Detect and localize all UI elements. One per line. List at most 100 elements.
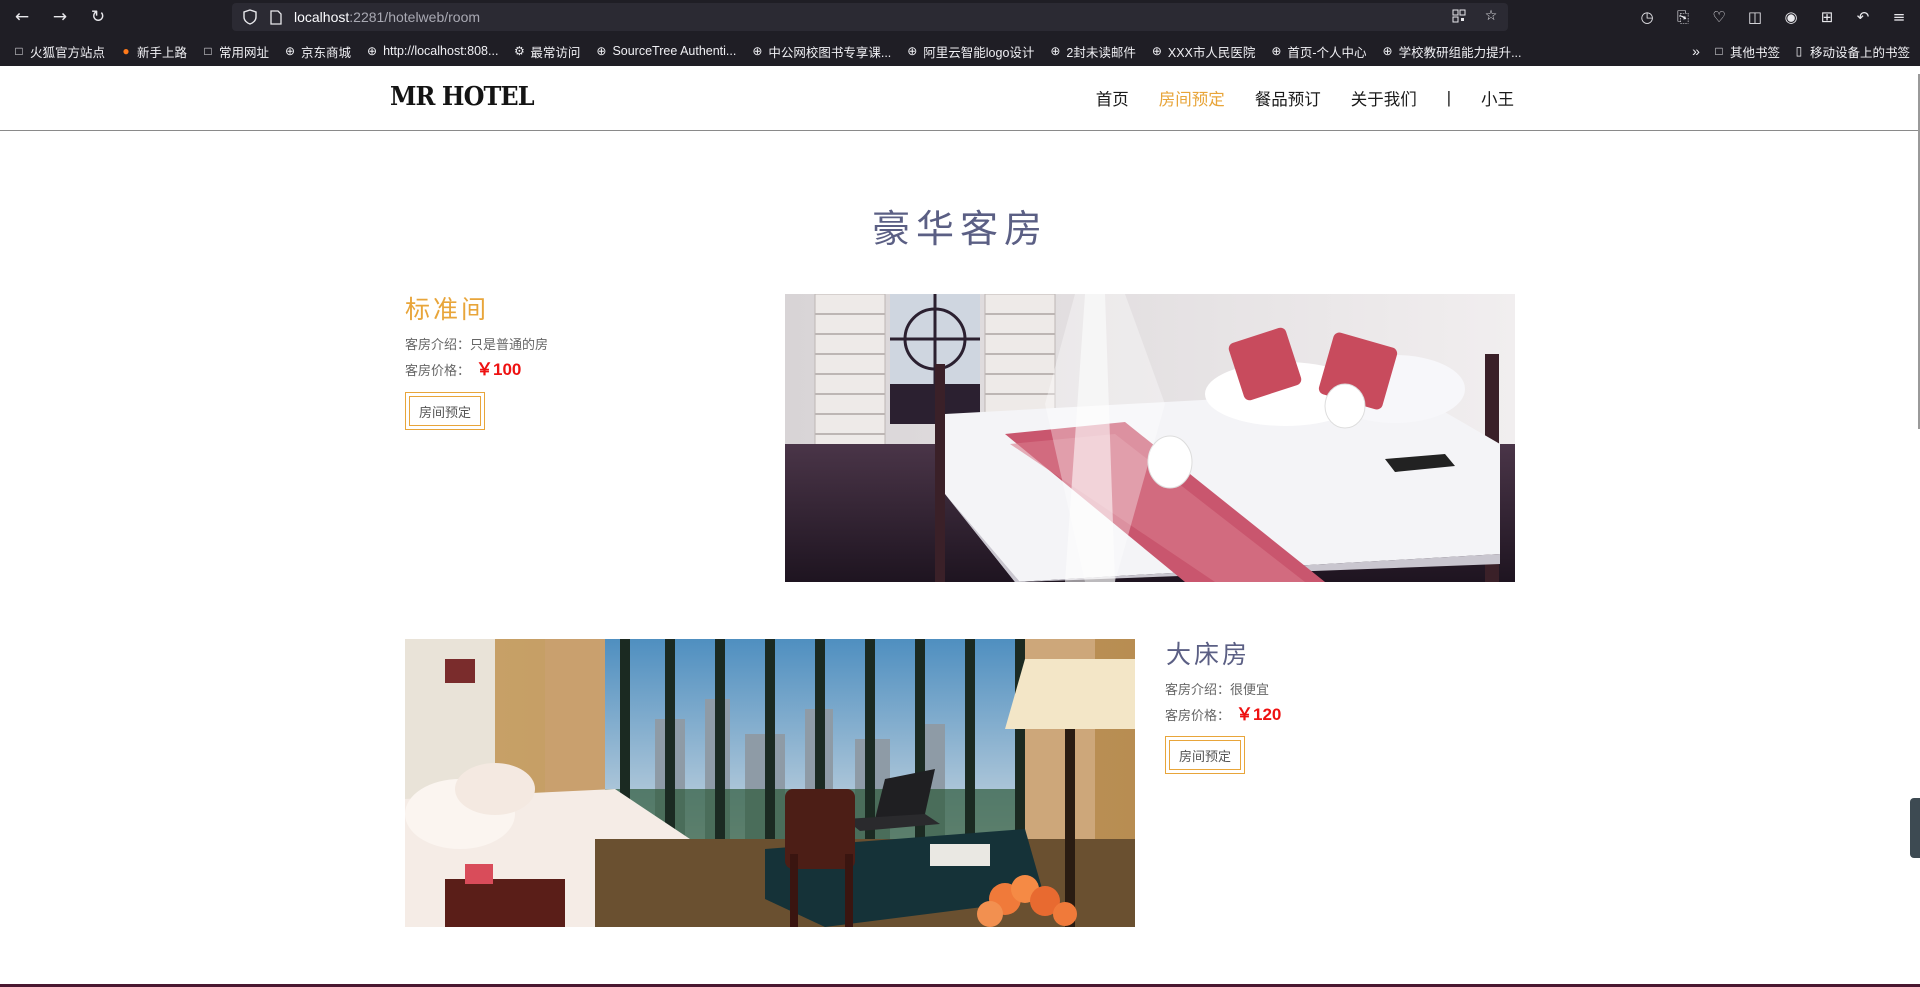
bookmark-label: 2封未读邮件 <box>1066 45 1136 60</box>
hotel-page: MR HOTEL 首页 房间预定 餐品预订 关于我们 | 小王 豪华客房 标准间… <box>0 66 1920 987</box>
nav-rooms[interactable]: 房间预定 <box>1159 86 1225 110</box>
intro-text: 很便宜 <box>1230 682 1270 697</box>
undo-icon[interactable]: ↶ <box>1852 6 1874 28</box>
nav-home[interactable]: 首页 <box>1096 86 1129 110</box>
forward-arrow-icon[interactable]: → <box>48 5 72 29</box>
bookmark-item[interactable]: ⊕ 阿里云智能logo设计 <box>905 42 1034 61</box>
room-price-standard: 客房价格： ￥100 <box>405 355 521 380</box>
bookmark-label: 移动设备上的书签 <box>1809 45 1910 60</box>
site-header: MR HOTEL 首页 房间预定 餐品预订 关于我们 | 小王 <box>0 66 1920 131</box>
globe-icon: ⊕ <box>367 44 378 58</box>
more-bookmarks-chevron-icon[interactable]: » <box>1692 43 1700 59</box>
globe-icon: ⊕ <box>1151 44 1162 58</box>
browser-toolbar: ◷ ⎘ ♡ ◫ ◉ ⊞ ↶ ≡ <box>1636 6 1910 28</box>
pocket-icon[interactable]: ♡ <box>1708 6 1730 28</box>
crop-icon[interactable]: ⊞ <box>1816 6 1838 28</box>
bookmark-label: 常用网址 <box>219 45 270 60</box>
side-tab-widget[interactable] <box>1910 798 1920 858</box>
bookmark-label: SourceTree Authenti... <box>612 44 737 58</box>
reload-icon[interactable]: ↻ <box>86 5 110 29</box>
bookmark-item[interactable]: ⊕ 京东商城 <box>283 42 351 61</box>
shield-icon[interactable] <box>242 9 258 25</box>
main-nav: 首页 房间预定 餐品预订 关于我们 | 小王 <box>1066 86 1514 110</box>
nav-food[interactable]: 餐品预订 <box>1255 86 1321 110</box>
profile-icon[interactable]: ◉ <box>1780 6 1802 28</box>
browser-nav-buttons: ← → ↻ <box>10 5 110 29</box>
sidebar-icon[interactable]: ◫ <box>1744 6 1766 28</box>
room-name-king: 大床房 <box>1166 640 1251 669</box>
bookmarks-bar: □ 火狐官方站点 ● 新手上路 □ 常用网址 ⊕ 京东商城 ⊕ http://localhost:… <box>0 38 1920 64</box>
url-text[interactable]: localhost:2281/hotelweb/room <box>294 9 480 25</box>
room-intro-standard: 客房介绍： 只是普通的房 <box>405 334 548 353</box>
bookmark-item[interactable]: ⊕ 中公网校图书专享课... <box>750 42 891 61</box>
globe-icon: ⊕ <box>596 44 607 58</box>
nav-separator: | <box>1446 88 1451 107</box>
gear-icon: ⚙ <box>514 44 525 58</box>
room-intro-king: 客房介绍： 很便宜 <box>1165 679 1269 698</box>
bookmark-label: 最常访问 <box>530 45 581 60</box>
mobile-icon: ▯ <box>1795 44 1803 58</box>
url-host: localhost <box>294 9 350 25</box>
address-bar[interactable]: localhost:2281/hotelweb/room ☆ <box>232 3 1508 31</box>
bookmark-item[interactable]: □ 常用网址 <box>201 42 269 61</box>
globe-icon: ⊕ <box>907 44 918 58</box>
history-icon[interactable]: ◷ <box>1636 6 1658 28</box>
nav-about[interactable]: 关于我们 <box>1351 86 1417 110</box>
section-title: 豪华客房 <box>871 207 1048 251</box>
folder-icon: □ <box>1715 44 1723 58</box>
bookmark-star-icon[interactable]: ☆ <box>1482 7 1500 25</box>
bookmark-label: 阿里云智能logo设计 <box>923 45 1035 60</box>
extensions-icon[interactable]: ⎘ <box>1672 6 1694 28</box>
price-label: 客房价格： <box>405 363 471 378</box>
bookmark-label: 首页-个人中心 <box>1287 45 1367 60</box>
book-room-button-king[interactable]: 房间预定 <box>1165 736 1245 774</box>
price-value: ￥120 <box>1236 705 1282 724</box>
globe-icon: ⊕ <box>285 44 296 58</box>
bookmark-item[interactable]: ⊕ 首页-个人中心 <box>1269 42 1366 61</box>
room-photo-standard <box>785 294 1515 582</box>
page-icon[interactable] <box>268 9 284 25</box>
book-button-label: 房间预定 <box>1169 740 1241 770</box>
menu-icon[interactable]: ≡ <box>1888 6 1910 28</box>
folder-icon: □ <box>204 44 212 58</box>
bookmark-item[interactable]: ⊕ 学校教研组能力提升... <box>1381 42 1522 61</box>
nav-user[interactable]: 小王 <box>1481 86 1514 110</box>
intro-label: 客房介绍： <box>1165 682 1231 697</box>
bookmark-item[interactable]: □ 火狐官方站点 <box>12 42 105 61</box>
bookmark-label: http://localhost:808... <box>383 44 499 58</box>
intro-text: 只是普通的房 <box>470 337 549 352</box>
room-name-standard: 标准间 <box>405 295 490 324</box>
globe-icon: ⊕ <box>1271 44 1282 58</box>
bookmark-item[interactable]: ⊕ XXX市人民医院 <box>1150 42 1256 61</box>
bookmark-label: 学校教研组能力提升... <box>1398 45 1522 60</box>
price-label: 客房价格： <box>1165 708 1231 723</box>
mobile-bookmarks-folder[interactable]: ▯ 移动设备上的书签 <box>1792 42 1910 61</box>
bookmarks-right: » □ 其他书签 ▯ 移动设备上的书签 <box>1692 38 1910 64</box>
price-value: ￥100 <box>476 360 522 379</box>
book-button-label: 房间预定 <box>409 396 481 426</box>
globe-icon: ⊕ <box>1382 44 1393 58</box>
globe-icon: ⊕ <box>1050 44 1061 58</box>
bookmark-item[interactable]: ● 新手上路 <box>119 42 187 61</box>
bookmark-label: 新手上路 <box>137 45 188 60</box>
book-room-button-standard[interactable]: 房间预定 <box>405 392 485 430</box>
qr-code-icon[interactable] <box>1450 7 1468 25</box>
room-photo-king <box>405 639 1135 927</box>
firefox-icon: ● <box>122 44 130 58</box>
browser-chrome: ← → ↻ localhost:2281/hotelweb/room ☆ ◷ ⎘… <box>0 0 1920 66</box>
bookmark-label: 中公网校图书专享课... <box>768 45 892 60</box>
bookmark-item[interactable]: ⊕ SourceTree Authenti... <box>594 44 736 58</box>
globe-icon: ⊕ <box>752 44 763 58</box>
bookmark-label: 火狐官方站点 <box>30 45 106 60</box>
bookmark-item[interactable]: ⊕ 2封未读邮件 <box>1048 42 1135 61</box>
bookmark-label: 京东商城 <box>301 45 352 60</box>
bookmark-label: 其他书签 <box>1729 45 1780 60</box>
room-price-king: 客房价格： ￥120 <box>1165 700 1281 725</box>
site-logo[interactable]: MR HOTEL <box>390 82 535 112</box>
other-bookmarks-folder[interactable]: □ 其他书签 <box>1712 42 1780 61</box>
folder-icon: □ <box>15 44 23 58</box>
back-arrow-icon[interactable]: ← <box>10 5 34 29</box>
bookmark-item[interactable]: ⊕ http://localhost:808... <box>365 44 498 58</box>
url-path: :2281/hotelweb/room <box>349 9 481 25</box>
bookmark-item[interactable]: ⚙ 最常访问 <box>512 42 580 61</box>
